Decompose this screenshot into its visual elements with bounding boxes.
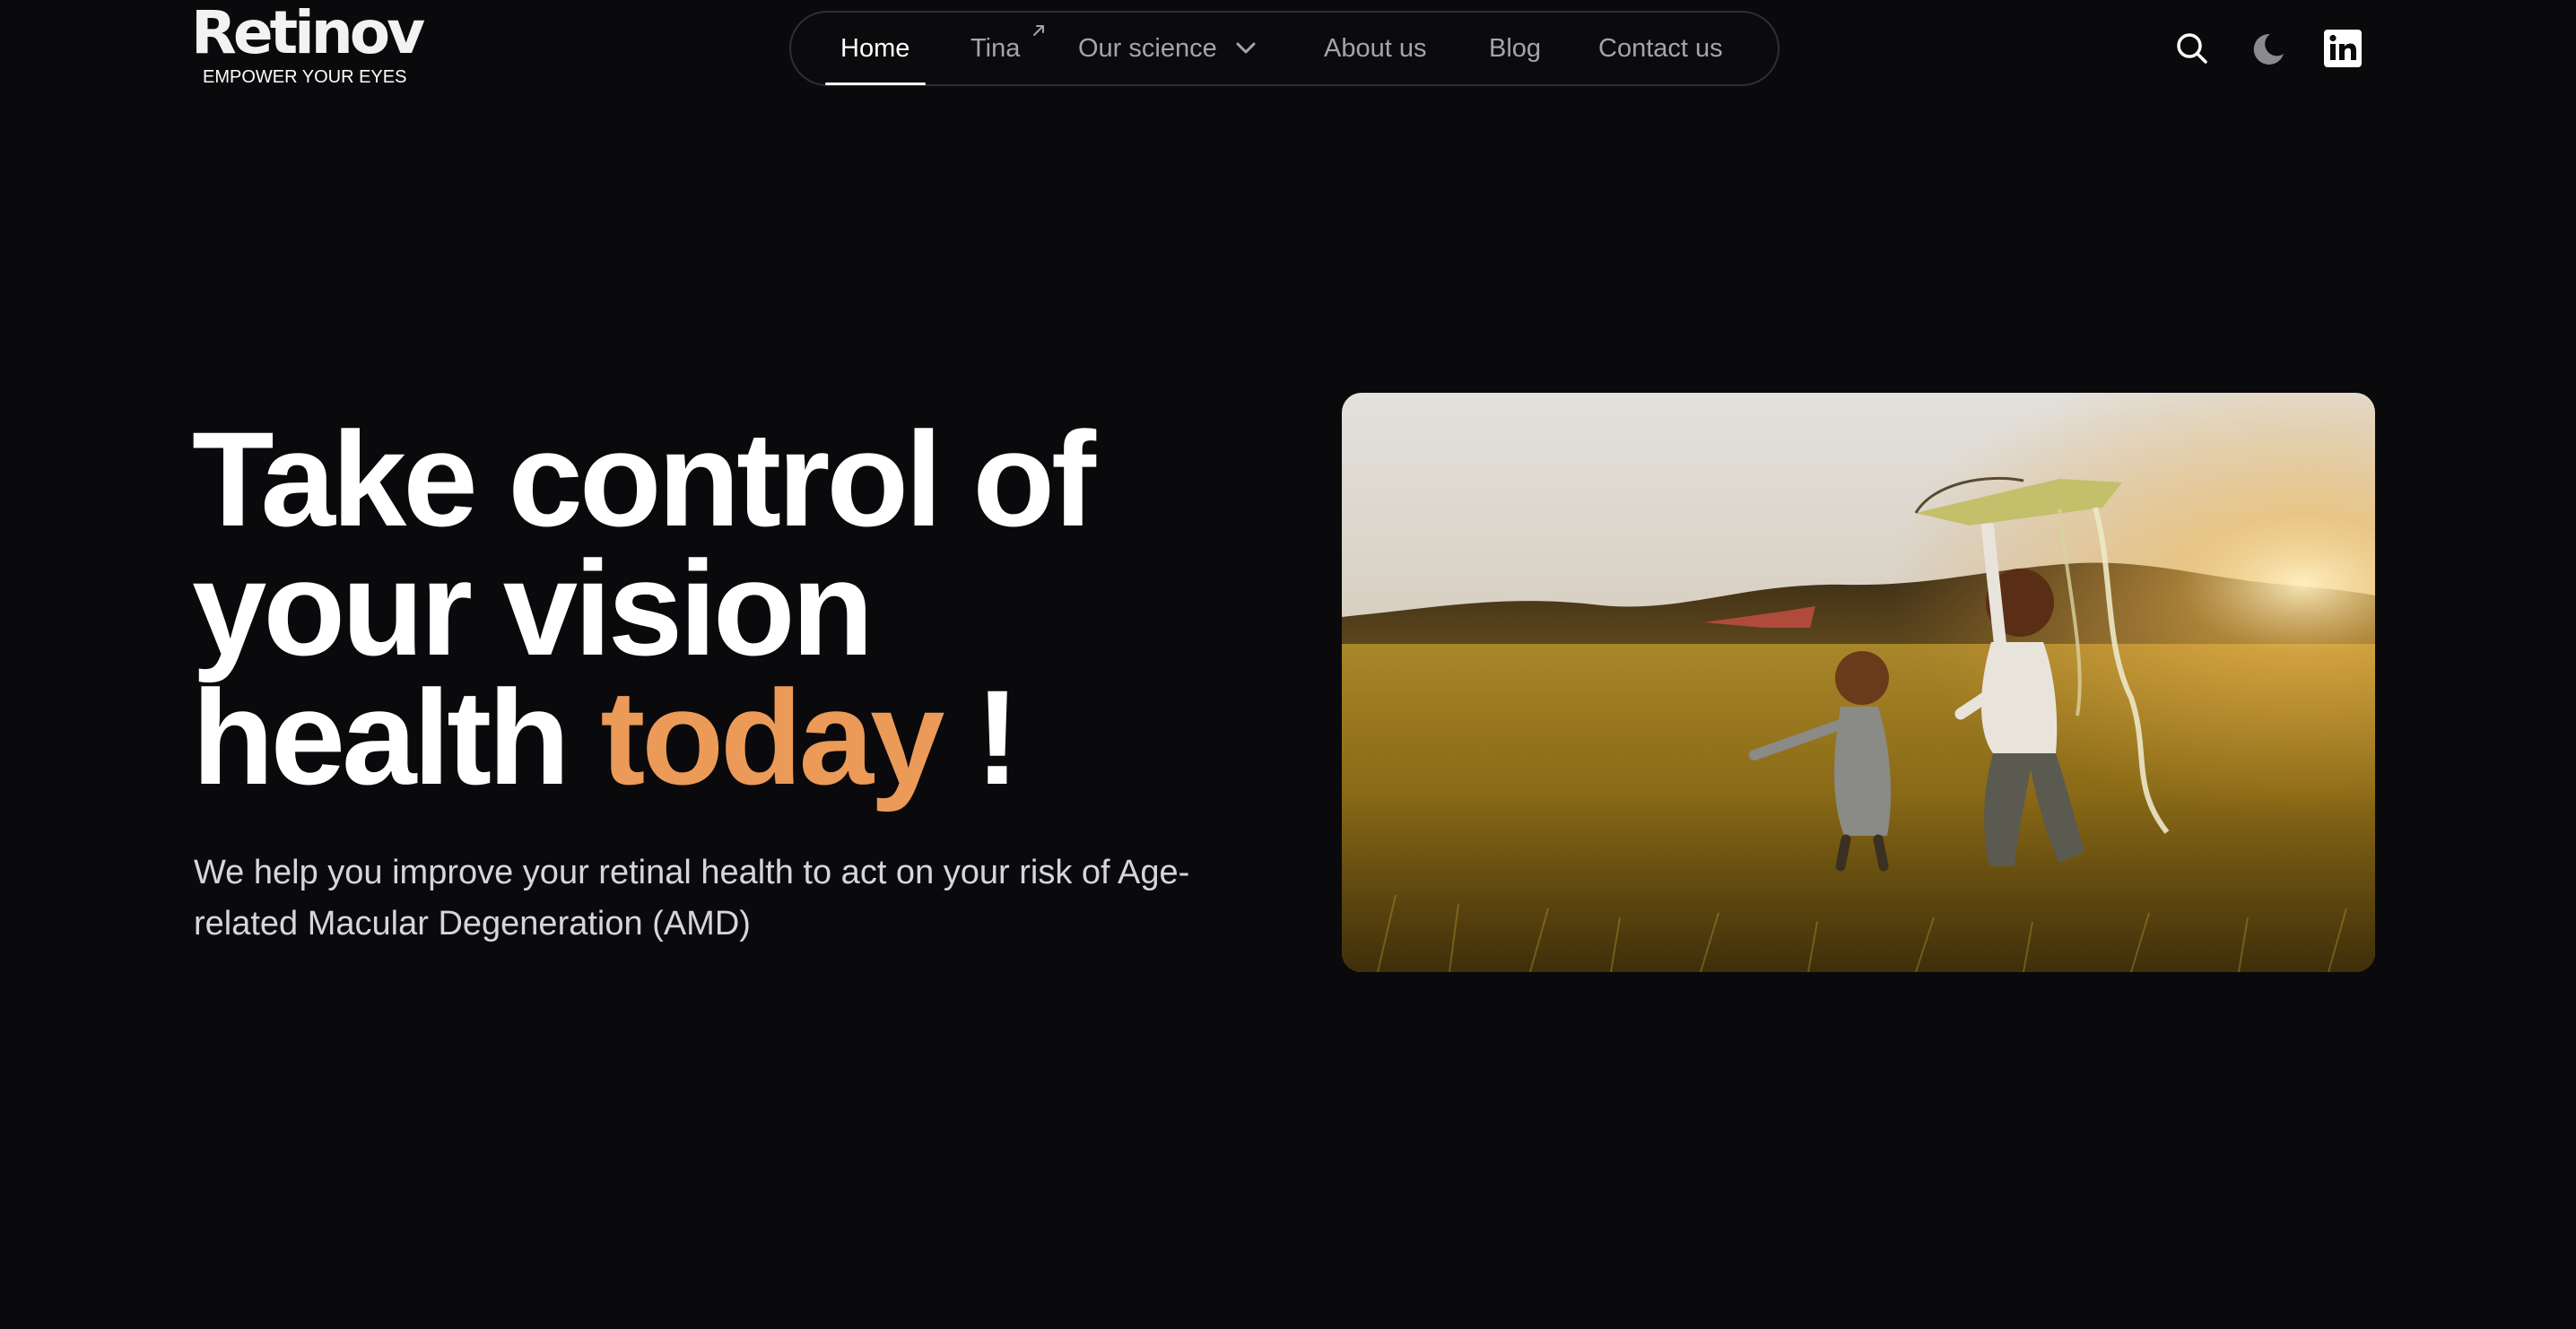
nav-active-indicator [825, 83, 926, 85]
hero-title-line-1: Take control of [192, 404, 1096, 554]
hero-title-line-2: your vision [192, 533, 874, 683]
moon-icon[interactable] [2246, 27, 2289, 70]
search-icon[interactable] [2171, 27, 2214, 70]
nav-item-home[interactable]: Home [840, 13, 909, 84]
linkedin-icon[interactable] [2321, 27, 2364, 70]
logo-wordmark: Retinov [191, 0, 425, 67]
logo-tagline: EMPOWER YOUR EYES [203, 67, 407, 87]
nav-item-tina[interactable]: Tina [970, 13, 1020, 84]
nav-item-blog[interactable]: Blog [1489, 13, 1541, 84]
external-link-icon [1033, 25, 1044, 36]
nav-item-our-science[interactable]: Our science [1078, 13, 1217, 84]
hero-title: Take control of your vision health today… [192, 404, 1358, 804]
hero-subtitle: We help you improve your retinal health … [194, 854, 1190, 942]
hero-title-health: health [192, 662, 601, 812]
nav-item-about-us[interactable]: About us [1324, 13, 1426, 84]
hero-title-exclamation: ! [941, 662, 1020, 812]
nav-item-contact-us[interactable]: Contact us [1598, 13, 1723, 84]
hero-title-accent-today: today [600, 662, 944, 812]
logo[interactable]: Retinov EMPOWER YOUR EYES [191, 0, 426, 87]
hero-title-line-3: health today ! [192, 670, 1358, 804]
hero-image [1342, 393, 2375, 972]
chevron-down-icon[interactable] [1234, 39, 1258, 56]
main-nav: Home Tina Our science About us Blog Cont… [789, 11, 1780, 86]
